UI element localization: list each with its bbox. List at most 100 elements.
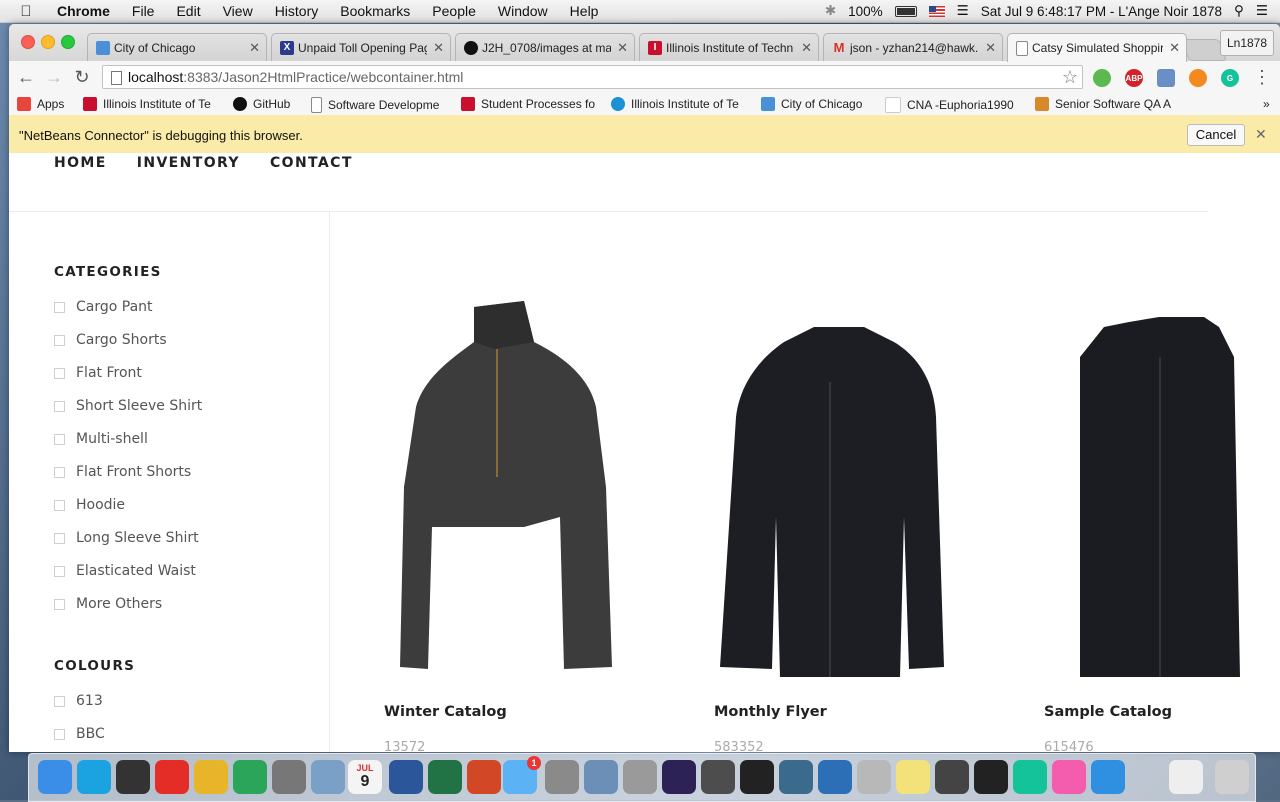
checkbox[interactable]: [54, 598, 65, 610]
bookmark-apps[interactable]: Apps: [17, 97, 64, 111]
finder-icon[interactable]: [38, 760, 72, 794]
battery-percent[interactable]: 100%: [842, 4, 889, 19]
nav-home[interactable]: HOME: [54, 155, 107, 171]
virtualbox-icon[interactable]: [584, 760, 618, 794]
preview-icon[interactable]: [311, 760, 345, 794]
category-filter-flat-front[interactable]: Flat Front: [54, 365, 142, 381]
product-title[interactable]: Winter Catalog: [384, 704, 507, 720]
extension-cube-icon[interactable]: [1157, 69, 1175, 87]
tab-close-icon[interactable]: ✕: [433, 40, 444, 56]
menu-app-chrome[interactable]: Chrome: [46, 3, 121, 19]
tab-close-icon[interactable]: ✕: [985, 40, 996, 56]
trash-icon[interactable]: [1215, 760, 1249, 794]
extension-google-maps-icon[interactable]: [1093, 69, 1111, 87]
colour-filter-613[interactable]: 613: [54, 693, 103, 709]
checkbox[interactable]: [54, 367, 65, 379]
bookmarks-overflow-chevron-icon[interactable]: »: [1263, 97, 1270, 111]
safari-icon[interactable]: [1091, 760, 1125, 794]
grammarly-icon[interactable]: [1013, 760, 1047, 794]
mysql-workbench-icon[interactable]: [779, 760, 813, 794]
sublime-icon[interactable]: [701, 760, 735, 794]
category-filter-elasticated-waist[interactable]: Elasticated Waist: [54, 563, 196, 579]
checkbox[interactable]: [54, 301, 65, 313]
checkbox[interactable]: [54, 728, 65, 740]
window-close-button[interactable]: [21, 35, 35, 49]
youtube-icon[interactable]: [155, 760, 189, 794]
tab-gmail-json[interactable]: M json - yzhan214@hawk. ✕: [823, 33, 1003, 61]
category-filter-short-sleeve-shirt[interactable]: Short Sleeve Shirt: [54, 398, 202, 414]
nav-inventory[interactable]: INVENTORY: [137, 155, 240, 171]
system-preferences-icon[interactable]: [545, 760, 579, 794]
category-filter-long-sleeve-shirt[interactable]: Long Sleeve Shirt: [54, 530, 199, 546]
page-info-icon[interactable]: [111, 71, 122, 85]
stickies-icon[interactable]: [896, 760, 930, 794]
menu-history[interactable]: History: [264, 3, 330, 19]
checkbox[interactable]: [54, 466, 65, 478]
tab-close-icon[interactable]: ✕: [1169, 40, 1180, 56]
menu-window[interactable]: Window: [487, 3, 559, 19]
bookmark-student-processes[interactable]: Student Processes fo: [461, 97, 597, 111]
tab-unpaid-toll[interactable]: X Unpaid Toll Opening Pag ✕: [271, 33, 451, 61]
messages-icon[interactable]: 1: [503, 756, 541, 794]
excel-icon[interactable]: [428, 760, 462, 794]
menu-edit[interactable]: Edit: [165, 3, 211, 19]
product-card-monthly-flyer[interactable]: Monthly Flyer 583352: [704, 287, 974, 752]
product-title[interactable]: Sample Catalog: [1044, 704, 1172, 720]
category-filter-hoodie[interactable]: Hoodie: [54, 497, 125, 513]
infobar-close-icon[interactable]: ✕: [1255, 126, 1267, 143]
powerpoint-icon[interactable]: [467, 760, 501, 794]
bookmark-cna-euphoria[interactable]: CNA -Euphoria1990: [885, 97, 1019, 113]
window-minimize-button[interactable]: [41, 35, 55, 49]
quicktime-icon[interactable]: [818, 760, 852, 794]
bluetooth-icon[interactable]: ✱: [819, 3, 842, 19]
extension-fire-icon[interactable]: [1189, 69, 1207, 87]
back-arrow-icon[interactable]: ←: [15, 66, 37, 88]
bookmark-senior-software-qa[interactable]: Senior Software QA A: [1035, 97, 1173, 111]
checkbox[interactable]: [54, 565, 65, 577]
word-icon[interactable]: [389, 760, 423, 794]
address-bar[interactable]: localhost:8383/Jason2HtmlPractice/webcon…: [102, 65, 1083, 89]
tab-close-icon[interactable]: ✕: [249, 40, 260, 56]
product-title[interactable]: Monthly Flyer: [714, 704, 827, 720]
full-zip-jacket-image[interactable]: [704, 287, 974, 677]
google-drive-icon[interactable]: [233, 760, 267, 794]
menubar-clock[interactable]: Sat Jul 9 6:48:17 PM - L'Ange Noir 1878: [975, 4, 1228, 19]
terminal-icon[interactable]: [740, 760, 774, 794]
category-filter-more-others[interactable]: More Others: [54, 596, 162, 612]
category-filter-multi-shell[interactable]: Multi-shell: [54, 431, 148, 447]
bookmark-city-of-chicago[interactable]: City of Chicago: [761, 97, 862, 111]
forward-arrow-icon[interactable]: →: [43, 66, 65, 88]
printer-icon[interactable]: [935, 760, 969, 794]
tab-catsy-shopping[interactable]: Catsy Simulated Shoppir ✕: [1007, 33, 1187, 62]
skype-icon[interactable]: [77, 760, 111, 794]
checkbox[interactable]: [54, 499, 65, 511]
wifi-icon[interactable]: ☰: [951, 3, 975, 19]
tab-illinois-tech[interactable]: I Illinois Institute of Techn ✕: [639, 33, 819, 61]
category-filter-cargo-shorts[interactable]: Cargo Shorts: [54, 332, 167, 348]
checkbox[interactable]: [54, 532, 65, 544]
checkbox[interactable]: [54, 433, 65, 445]
bookmark-illinois-tech-2[interactable]: Illinois Institute of Te: [611, 97, 743, 111]
menu-help[interactable]: Help: [559, 3, 610, 19]
bookmark-star-icon[interactable]: ☆: [1062, 66, 1078, 88]
battery-icon[interactable]: [889, 4, 923, 19]
checkbox[interactable]: [54, 695, 65, 707]
nav-contact[interactable]: CONTACT: [270, 155, 353, 171]
product-card-sample-catalog[interactable]: Sample Catalog 615476: [1034, 287, 1280, 752]
category-filter-flat-front-shorts[interactable]: Flat Front Shorts: [54, 464, 191, 480]
checkbox[interactable]: [54, 334, 65, 346]
extension-adblock-plus-icon[interactable]: ABP: [1125, 69, 1143, 87]
vest-image[interactable]: [1034, 287, 1280, 677]
menu-file[interactable]: File: [121, 3, 166, 19]
tab-close-icon[interactable]: ✕: [617, 40, 628, 56]
qq-icon[interactable]: [974, 760, 1008, 794]
bookmark-illinois-tech-1[interactable]: Illinois Institute of Te: [83, 97, 213, 111]
colour-filter-bbc[interactable]: BBC: [54, 726, 105, 742]
quarter-zip-pullover-image[interactable]: [374, 287, 644, 677]
menu-view[interactable]: View: [212, 3, 264, 19]
bookmark-software-development[interactable]: Software Developme: [311, 97, 440, 113]
network-utility-icon[interactable]: [857, 760, 891, 794]
calculator-icon[interactable]: [272, 760, 306, 794]
menu-bookmarks[interactable]: Bookmarks: [329, 3, 421, 19]
dashboard-icon[interactable]: [116, 760, 150, 794]
